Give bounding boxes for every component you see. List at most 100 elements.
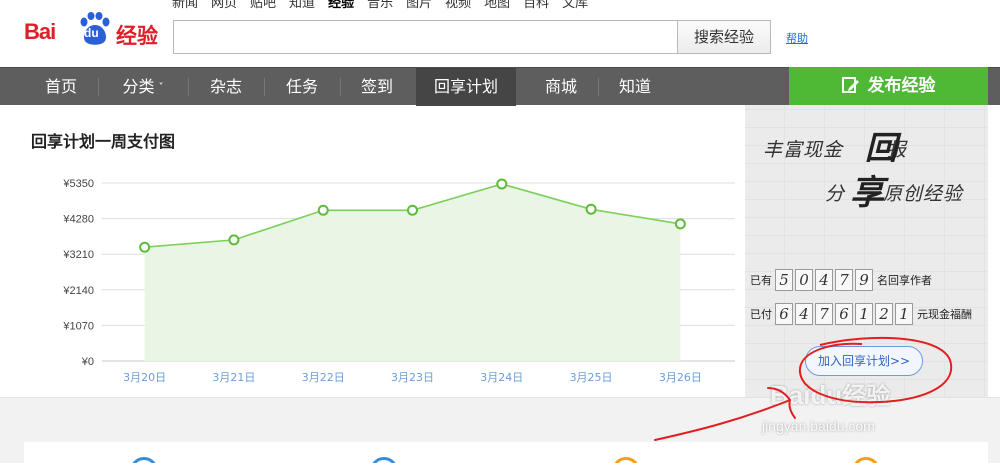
product-nav-item[interactable]: 视频 [445, 0, 471, 12]
main-nav-item[interactable]: 商城 [524, 68, 598, 106]
x-tick-label: 3月25日 [570, 371, 613, 384]
main-nav-item[interactable]: 回享计划 [416, 68, 516, 106]
watermark-bai: Bai [770, 380, 811, 410]
x-tick-label: 3月21日 [212, 371, 255, 384]
page-root: Bai du 经验 新闻 网页 贴吧 知道 经验 音乐 图片 视频 地图 百科 文库 搜索经验 帮助… [0, 0, 1000, 463]
paid-digits: 6476121 [775, 303, 915, 325]
counter-digit: 7 [815, 303, 833, 325]
huixiang-promo-panel: 丰富现金报 回 分原创经验 享 已有 50479 名回享作者 已付 647612… [745, 105, 988, 397]
authors-digits: 50479 [775, 269, 875, 291]
watermark-logo: Baidu经验 [770, 376, 890, 411]
main-nav-item[interactable]: 任务 [264, 68, 340, 106]
main-nav-item[interactable]: 知道 [598, 68, 672, 106]
counter-digit: 4 [815, 269, 833, 291]
main-nav-item[interactable]: 签到 [340, 68, 414, 106]
join-huixiang-button[interactable]: 加入回享计划>> [805, 346, 923, 376]
main-nav-item-label: 签到 [360, 77, 393, 96]
counter-digit: 7 [835, 269, 853, 291]
data-point [496, 178, 508, 190]
logo-text-bai: Bai [24, 19, 56, 44]
product-nav-item[interactable]: 百科 [523, 0, 549, 12]
x-tick-label: 3月26日 [659, 371, 702, 384]
authors-prefix: 已有 [750, 274, 772, 287]
data-point [139, 241, 151, 253]
search-button[interactable]: 搜索经验 [677, 20, 771, 54]
promo-big-char-xiang: 享 [850, 173, 884, 213]
y-tick-label: ¥4280 [62, 214, 94, 226]
publish-button[interactable]: 发布经验 [789, 67, 988, 105]
counter-digit: 6 [775, 303, 793, 325]
nav-divider [340, 78, 341, 96]
y-tick-label: ¥3210 [62, 249, 94, 261]
main-nav-item-label: 分类 [122, 77, 155, 96]
paid-suffix: 元现金福酬 [917, 308, 972, 321]
main-nav-item-label: 任务 [285, 77, 318, 96]
promo-slogan-line2: 分 原创经验 [825, 179, 963, 206]
nav-divider [98, 78, 99, 96]
logo-text-jingyan: 经验 [116, 24, 158, 48]
baidu-jingyan-logo[interactable]: Bai du 经验 [24, 12, 164, 52]
product-nav-item[interactable]: 贴吧 [250, 0, 276, 12]
data-point [228, 234, 240, 246]
nav-divider [264, 78, 265, 96]
slogan-line2-start: 分 [825, 183, 846, 205]
counter-digit: 4 [795, 303, 813, 325]
publish-button-label: 发布经验 [867, 76, 936, 96]
counter-digit: 5 [775, 269, 793, 291]
authors-suffix: 名回享作者 [877, 274, 932, 287]
chevron-down-icon: ˅ [158, 82, 164, 93]
counter-digit: 1 [855, 303, 873, 325]
y-tick-label: ¥1070 [62, 320, 94, 332]
main-nav-item-label: 回享计划 [433, 77, 498, 96]
x-tick-label: 3月20日 [123, 371, 166, 384]
watermark-du: du [810, 380, 843, 410]
x-tick-label: 3月24日 [480, 371, 523, 384]
authors-counter: 已有 50479 名回享作者 [750, 269, 932, 291]
chart-title: 回享计划一周支付图 [31, 132, 176, 151]
paid-counter: 已付 6476121 元现金福酬 [750, 303, 972, 325]
data-point [317, 204, 329, 216]
logo-text-du: du [84, 26, 99, 40]
search-input[interactable] [173, 20, 677, 54]
counter-digit: 1 [895, 303, 913, 325]
counter-digit: 2 [875, 303, 893, 325]
product-nav-item[interactable]: 网页 [211, 0, 237, 12]
main-nav-item[interactable]: 分类 ˅ [98, 68, 188, 106]
product-nav-item[interactable]: 知道 [289, 0, 315, 12]
nav-divider [598, 78, 599, 96]
product-nav-item[interactable]: 音乐 [367, 0, 393, 12]
watermark-jingyan: 经验 [842, 382, 891, 410]
y-tick-label: ¥2140 [62, 285, 94, 297]
x-tick-label: 3月23日 [391, 371, 434, 384]
product-nav: 新闻 网页 贴吧 知道 经验 音乐 图片 视频 地图 百科 文库 [172, 0, 601, 12]
data-point [585, 203, 597, 215]
slogan-line2-text: 原创经验 [883, 183, 964, 205]
watermark-url: jingyan.baidu.com [762, 418, 875, 434]
product-nav-item[interactable]: 地图 [484, 0, 510, 12]
product-nav-item[interactable]: 文库 [562, 0, 588, 12]
y-tick-label: ¥0 [81, 356, 94, 368]
promo-big-char-hui: 回 [865, 129, 898, 167]
payment-chart: ¥0 ¥1070 ¥2140 ¥3210 ¥4280 ¥5350 3月20日 3月21日 3月2… [62, 178, 735, 384]
bottom-card [24, 442, 988, 463]
slogan-line1-text: 丰富现金 [763, 139, 844, 161]
data-point [674, 218, 686, 230]
nav-divider [188, 78, 189, 96]
product-nav-item[interactable]: 新闻 [172, 0, 198, 12]
main-nav-item-label: 知道 [618, 77, 651, 96]
main-nav-item[interactable]: 首页 [24, 68, 98, 106]
main-nav-item-label: 商城 [544, 77, 577, 96]
main-nav-item-label: 杂志 [209, 77, 242, 96]
x-tick-label: 3月22日 [302, 371, 345, 384]
product-nav-item[interactable]: 经验 [328, 0, 354, 12]
main-nav-item-label: 首页 [44, 77, 77, 96]
data-point [407, 204, 418, 216]
counter-digit: 9 [855, 269, 873, 291]
main-nav-item[interactable]: 杂志 [188, 68, 264, 106]
counter-digit: 0 [795, 269, 813, 291]
counter-digit: 6 [835, 303, 853, 325]
y-tick-label: ¥5350 [62, 178, 94, 190]
help-link[interactable]: 帮助 [786, 30, 808, 46]
paid-prefix: 已付 [750, 308, 772, 321]
product-nav-item[interactable]: 图片 [406, 0, 432, 12]
